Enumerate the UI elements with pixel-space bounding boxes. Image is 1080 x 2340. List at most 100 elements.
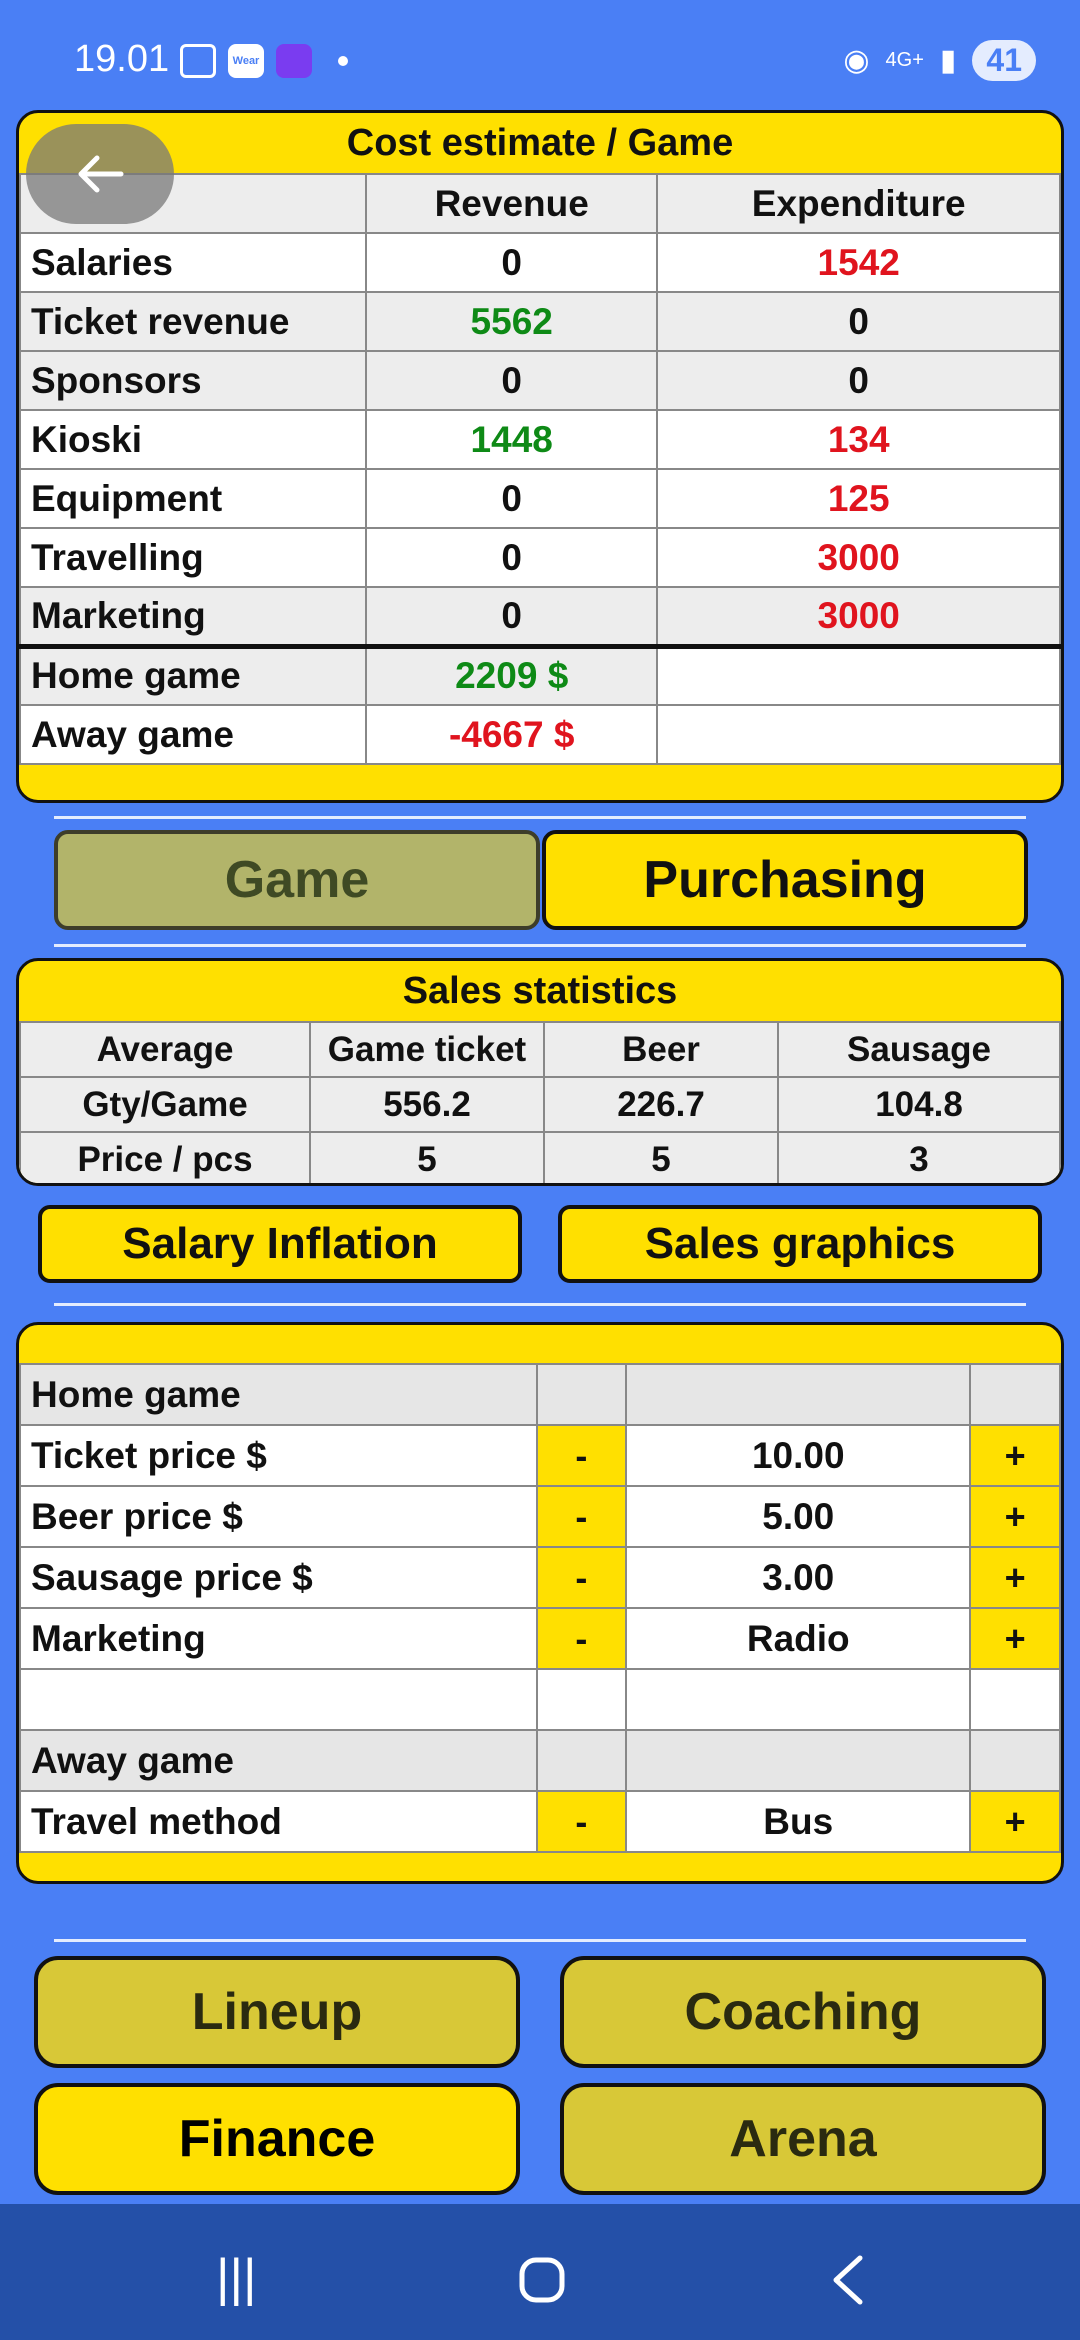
nav-lineup-button[interactable]: Lineup <box>34 1956 520 2068</box>
setting-label: Ticket price $ <box>19 1424 538 1487</box>
revenue-cell: 1448 <box>364 409 659 470</box>
header-cell: Beer <box>543 1021 779 1078</box>
table-row: Marketing 0 3000 <box>19 586 1061 647</box>
stat-cell: 226.7 <box>543 1076 779 1133</box>
expenditure-cell: 3000 <box>656 527 1061 588</box>
stat-cell: 556.2 <box>309 1076 545 1133</box>
back-button[interactable] <box>26 124 174 224</box>
revenue-cell: 0 <box>364 527 659 588</box>
hotspot-icon: ◉ <box>843 44 870 77</box>
tab-game[interactable]: Game <box>54 830 540 930</box>
table-row: Salaries 0 1542 <box>19 232 1061 293</box>
setting-row-travel: Travel method - Bus + <box>19 1790 1061 1853</box>
revenue-cell: 0 <box>364 468 659 529</box>
beer-price-value: 5.00 <box>625 1485 972 1548</box>
travel-method-value: Bus <box>625 1790 972 1853</box>
revenue-cell: 0 <box>364 232 659 293</box>
cost-estimate-panel: Cost estimate / Game Revenue Expenditure… <box>16 110 1064 803</box>
travel-method-decrease-button[interactable]: - <box>535 1790 628 1853</box>
game-settings-table: Home game Ticket price $ - 10.00 + Beer … <box>19 1363 1061 1853</box>
marketing-decrease-button[interactable]: - <box>535 1607 628 1670</box>
setting-row-marketing: Marketing - Radio + <box>19 1607 1061 1670</box>
setting-label: Sausage price $ <box>19 1546 538 1609</box>
beer-price-increase-button[interactable]: + <box>969 1485 1061 1548</box>
nav-arena-button[interactable]: Arena <box>560 2083 1046 2195</box>
away-game-header: Away game <box>19 1729 538 1792</box>
stat-cell: 5 <box>543 1131 779 1183</box>
row-label: Gty/Game <box>19 1076 311 1133</box>
cost-estimate-title: Cost estimate / Game <box>346 122 734 164</box>
wear-icon: Wear <box>228 44 264 78</box>
home-game-header: Home game <box>19 1363 538 1426</box>
section-header-row: Away game <box>19 1729 1061 1792</box>
expenditure-cell: 0 <box>656 350 1061 411</box>
nav-finance-button[interactable]: Finance <box>34 2083 520 2195</box>
signal-icon: ▮ <box>939 44 957 77</box>
empty-cell <box>969 1668 1061 1731</box>
row-label: Kioski <box>19 409 367 470</box>
expenditure-cell <box>656 704 1061 765</box>
ticket-price-decrease-button[interactable]: - <box>535 1424 628 1487</box>
table-row: Travelling 0 3000 <box>19 527 1061 588</box>
game-settings-panel: Home game Ticket price $ - 10.00 + Beer … <box>16 1322 1064 1884</box>
spacer-row <box>19 1668 1061 1731</box>
cost-estimate-table: Revenue Expenditure Salaries 0 1542 Tick… <box>19 173 1061 765</box>
setting-label: Travel method <box>19 1790 538 1853</box>
row-label: Equipment <box>19 468 367 529</box>
battery-indicator: 41 <box>972 40 1036 81</box>
expenditure-cell <box>656 643 1061 706</box>
home-icon[interactable] <box>518 2256 566 2304</box>
marketing-increase-button[interactable]: + <box>969 1607 1061 1670</box>
header-cell: Game ticket <box>309 1021 545 1078</box>
empty-cell <box>535 1363 628 1426</box>
table-row: Kioski 1448 134 <box>19 409 1061 470</box>
revenue-cell: 2209 $ <box>364 643 659 706</box>
empty-cell <box>19 1668 538 1731</box>
header-cell: Average <box>19 1021 311 1078</box>
sausage-price-value: 3.00 <box>625 1546 972 1609</box>
recent-apps-icon[interactable]: ||| <box>216 2248 257 2308</box>
header-cell: Sausage <box>777 1021 1061 1078</box>
nav-coaching-button[interactable]: Coaching <box>560 1956 1046 2068</box>
sales-statistics-title: Sales statistics <box>402 970 678 1012</box>
sausage-price-increase-button[interactable]: + <box>969 1546 1061 1609</box>
salary-inflation-button[interactable]: Salary Inflation <box>38 1205 522 1283</box>
expenditure-cell: 125 <box>656 468 1061 529</box>
setting-row-sausage: Sausage price $ - 3.00 + <box>19 1546 1061 1609</box>
screenshot-icon <box>180 44 216 78</box>
table-row: Ticket revenue 5562 0 <box>19 291 1061 352</box>
revenue-cell: 0 <box>364 350 659 411</box>
sausage-price-decrease-button[interactable]: - <box>535 1546 628 1609</box>
system-icons: ◉ 4G+ ▮ 41 <box>843 40 1036 81</box>
row-label: Away game <box>19 704 367 765</box>
network-type: 4G+ <box>885 49 924 71</box>
travel-method-increase-button[interactable]: + <box>969 1790 1061 1853</box>
section-header-row: Home game <box>19 1363 1061 1426</box>
divider <box>54 1303 1026 1306</box>
total-row: Away game -4667 $ <box>19 704 1061 765</box>
ticket-price-increase-button[interactable]: + <box>969 1424 1061 1487</box>
table-header-row: Revenue Expenditure <box>19 173 1061 234</box>
status-bar: 19.01 Wear ◉ 4G+ ▮ 41 <box>0 0 1080 110</box>
notification-icons: Wear <box>180 44 348 78</box>
sales-statistics-panel: Sales statistics Average Game ticket Bee… <box>16 958 1064 1186</box>
row-label: Marketing <box>19 586 367 647</box>
empty-cell <box>969 1363 1061 1426</box>
beer-price-decrease-button[interactable]: - <box>535 1485 628 1548</box>
chart-app-icon <box>276 44 312 78</box>
table-row: Price / pcs 5 5 3 <box>19 1131 1061 1183</box>
revenue-cell: 5562 <box>364 291 659 352</box>
revenue-cell: -4667 $ <box>364 704 659 765</box>
empty-cell <box>535 1729 628 1792</box>
expenditure-cell: 0 <box>656 291 1061 352</box>
tab-purchasing[interactable]: Purchasing <box>542 830 1028 930</box>
status-time: 19.01 <box>74 38 170 80</box>
divider <box>54 1939 1026 1942</box>
setting-label: Beer price $ <box>19 1485 538 1548</box>
sales-statistics-table: Average Game ticket Beer Sausage Gty/Gam… <box>19 1021 1061 1183</box>
header-cell: Expenditure <box>656 173 1061 234</box>
ticket-price-value: 10.00 <box>625 1424 972 1487</box>
row-label: Ticket revenue <box>19 291 367 352</box>
sales-graphics-button[interactable]: Sales graphics <box>558 1205 1042 1283</box>
system-back-icon[interactable] <box>828 2254 868 2306</box>
